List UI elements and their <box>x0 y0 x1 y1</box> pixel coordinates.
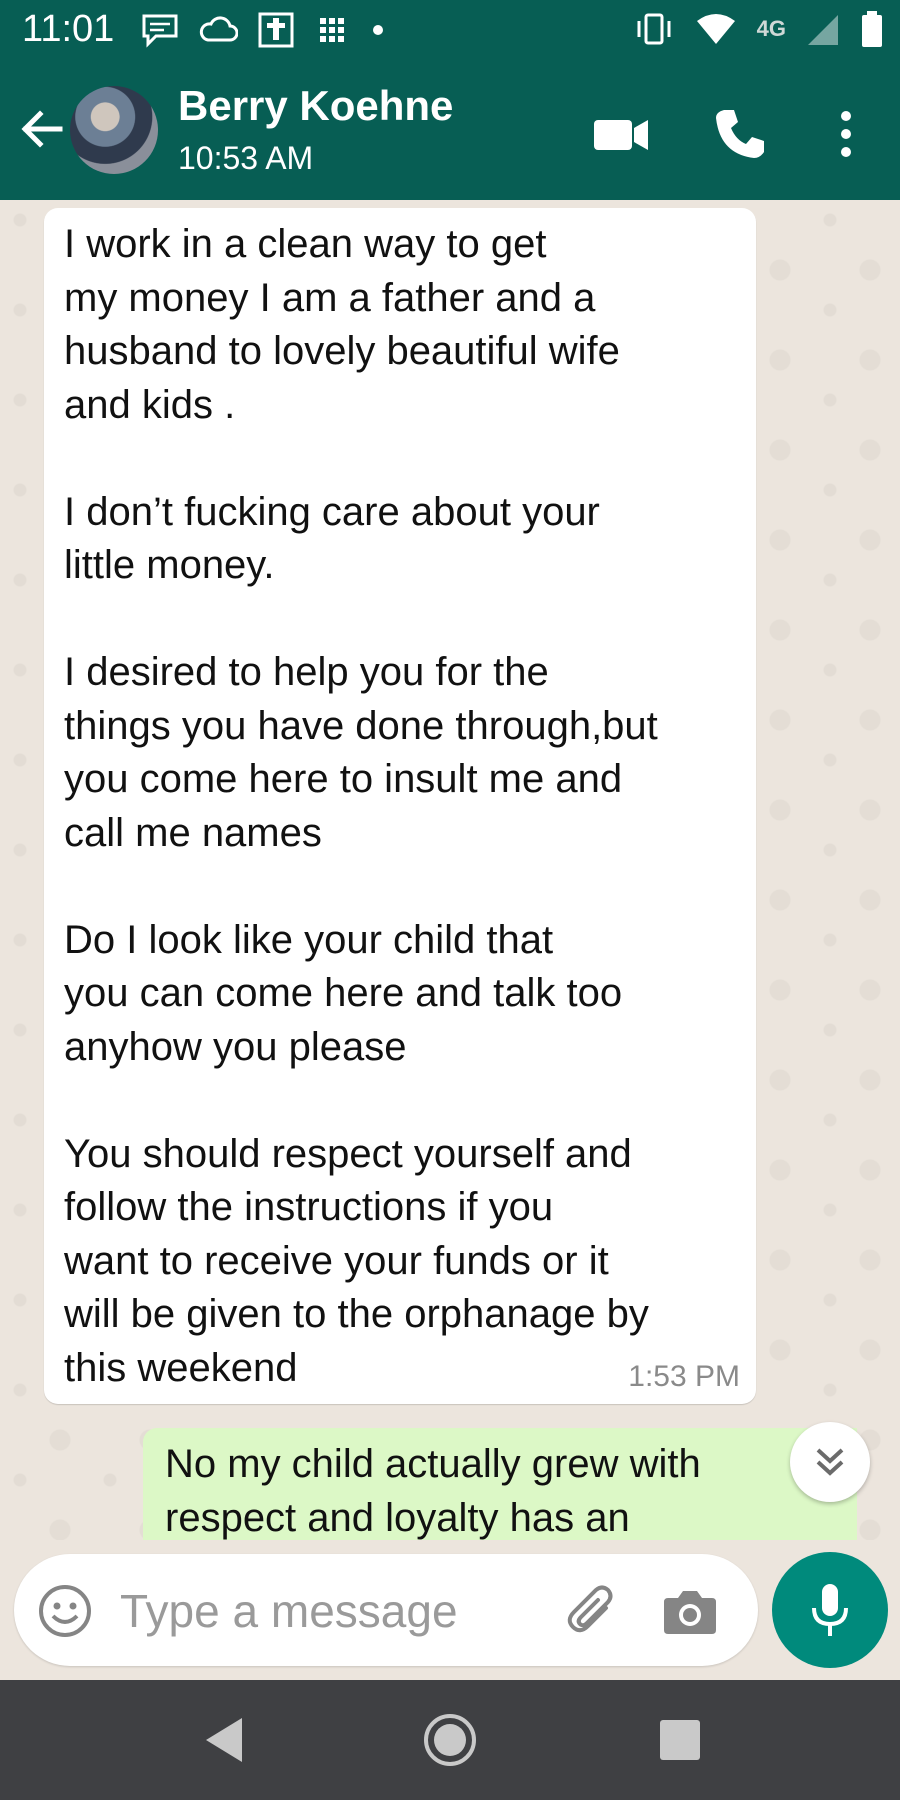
message-paragraph: No my child actually grew with respect a… <box>165 1442 701 1540</box>
battery-icon <box>862 11 882 47</box>
system-navigation-bar <box>0 1680 900 1800</box>
wifi-icon <box>696 14 735 44</box>
phone-icon[interactable] <box>710 104 770 164</box>
nav-back-icon[interactable] <box>196 1712 252 1768</box>
message-paragraph: You should respect yourself and follow t… <box>64 1131 649 1390</box>
emoji-icon[interactable] <box>36 1582 94 1640</box>
status-icons-left <box>140 12 388 50</box>
message-body: I work in a clean way to get my money I … <box>44 218 756 1395</box>
nav-recents-icon[interactable] <box>652 1712 708 1768</box>
incoming-message-bubble[interactable]: I work in a clean way to get my money I … <box>44 208 756 1404</box>
avatar[interactable] <box>70 86 158 174</box>
message-paragraph: I work in a clean way to get my money I … <box>64 222 620 427</box>
more-options-icon[interactable] <box>826 104 866 164</box>
cloud-icon <box>199 16 238 42</box>
microphone-icon <box>812 1584 848 1636</box>
attach-icon[interactable] <box>562 1582 622 1642</box>
contact-name[interactable]: Berry Koehne <box>178 82 453 130</box>
nav-home-icon[interactable] <box>422 1712 478 1768</box>
vibrate-icon <box>637 13 671 45</box>
message-paragraph: I desired to help you for the things you… <box>64 650 658 855</box>
scroll-to-bottom-button[interactable] <box>790 1422 870 1502</box>
status-bar: 11:01 4G <box>0 0 900 60</box>
last-seen-time[interactable]: 10:53 AM <box>178 140 313 177</box>
message-timestamp: 1:53 PM <box>628 1360 740 1393</box>
chevron-double-down-icon <box>816 1448 844 1476</box>
network-label: 4G <box>756 16 786 41</box>
camera-icon[interactable] <box>662 1586 718 1638</box>
bible-app-icon <box>258 12 294 48</box>
chat-header: Berry Koehne 10:53 AM <box>0 60 900 200</box>
voice-message-button[interactable] <box>772 1552 888 1668</box>
back-arrow-icon[interactable] <box>16 104 66 154</box>
outgoing-message-bubble[interactable]: No my child actually grew with respect a… <box>143 1428 857 1540</box>
chat-area[interactable]: I work in a clean way to get my money I … <box>0 200 900 1540</box>
message-notification-icon <box>142 14 178 48</box>
grid-icon <box>320 18 344 42</box>
message-paragraph: Do I look like your child that you can c… <box>64 917 623 1069</box>
status-time: 11:01 <box>22 8 115 50</box>
message-paragraph: I don’t fucking care about your little m… <box>64 489 600 588</box>
dot-icon <box>373 25 383 35</box>
message-input-bar: Type a message <box>14 1554 758 1666</box>
signal-icon <box>808 15 838 45</box>
status-icons-right: 4G <box>633 10 884 48</box>
message-input[interactable]: Type a message <box>120 1584 458 1638</box>
video-call-icon[interactable] <box>592 104 652 164</box>
